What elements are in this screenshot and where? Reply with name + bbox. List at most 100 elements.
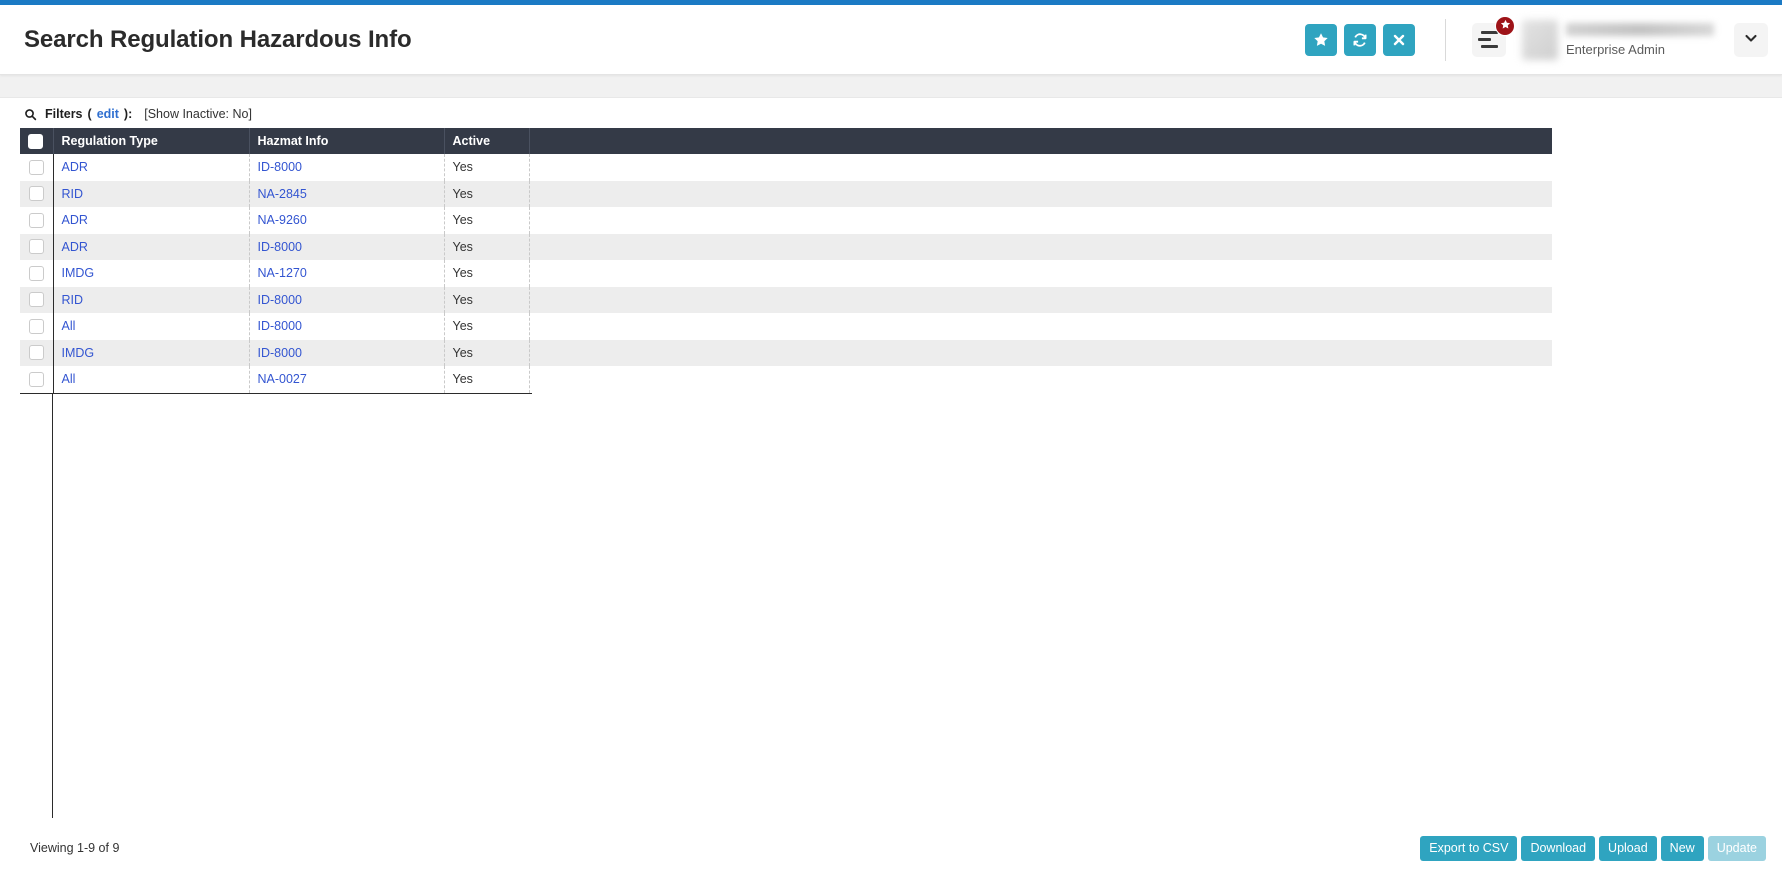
cell-regulation-type: ADR [53,233,250,260]
row-checkbox[interactable] [28,159,44,175]
row-select-cell [20,260,54,287]
row-select-cell [20,313,54,340]
refresh-icon [1352,32,1368,48]
cell-active: Yes [444,180,530,207]
search-icon [24,108,37,121]
refresh-button[interactable] [1344,23,1376,56]
cell-regulation-type: RID [53,286,250,313]
regulation-type-link[interactable]: IMDG [62,266,95,280]
table-row[interactable]: ADR ID-8000 Yes [20,233,1552,260]
user-menu[interactable]: Enterprise Admin [1522,19,1768,60]
filters-paren-open: ( [87,107,92,121]
upload-button[interactable]: Upload [1599,835,1657,861]
avatar [1522,19,1558,60]
row-select-cell [20,233,54,260]
row-checkbox[interactable] [28,186,44,202]
regulation-type-link[interactable]: ADR [62,240,88,254]
select-all-checkbox[interactable] [28,133,43,149]
cell-hazmat-info: NA-9260 [249,207,445,234]
hamburger-menu-icon-line [1480,45,1498,48]
hamburger-menu-icon [1480,31,1498,34]
new-button[interactable]: New [1660,835,1704,861]
row-checkbox[interactable] [28,345,44,361]
page-title: Search Regulation Hazardous Info [24,25,412,53]
row-checkbox[interactable] [28,212,44,228]
row-checkbox[interactable] [28,318,44,334]
table-row[interactable]: IMDG ID-8000 Yes [20,339,1552,366]
results-table-zone: Regulation Type Hazmat Info Active ADR I… [0,128,1782,393]
cell-active: Yes [444,339,530,366]
cell-hazmat-info: ID-8000 [249,339,445,366]
user-name [1566,22,1714,36]
star-icon [1500,19,1511,33]
regulation-type-link[interactable]: ADR [62,160,88,174]
hazmat-info-link[interactable]: ID-8000 [258,293,302,307]
cell-hazmat-info: NA-0027 [249,366,445,393]
cell-spacer [529,154,1552,181]
hazmat-info-link[interactable]: NA-0027 [258,372,307,386]
table-row[interactable]: RID NA-2845 Yes [20,180,1552,208]
row-checkbox[interactable] [28,371,44,387]
row-checkbox[interactable] [28,239,44,255]
column-header-regulation-type[interactable]: Regulation Type [53,128,250,154]
cell-regulation-type: All [53,313,250,340]
table-row[interactable]: ADR ID-8000 Yes [20,154,1552,181]
menu-button-wrap [1472,15,1515,57]
row-select-cell [20,286,54,313]
hazmat-info-link[interactable]: NA-2845 [258,187,307,201]
favorite-button[interactable] [1305,23,1337,56]
export-to-csv-button[interactable]: Export to CSV [1420,835,1518,861]
content-panel: Filters ( edit ): [Show Inactive: No] Re… [0,97,1782,878]
regulation-type-link[interactable]: All [62,319,76,333]
user-role: Enterprise Admin [1566,41,1665,57]
hazmat-info-link[interactable]: NA-1270 [258,266,307,280]
download-button[interactable]: Download [1521,835,1596,861]
table-row[interactable]: IMDG NA-1270 Yes [20,260,1552,287]
row-select-cell [20,207,54,234]
table-row[interactable]: ADR NA-9260 Yes [20,207,1552,234]
user-menu-toggle[interactable] [1734,22,1768,57]
hazmat-info-link[interactable]: ID-8000 [258,160,302,174]
row-checkbox[interactable] [28,292,44,308]
chevron-down-icon [1743,30,1759,49]
column-header-active[interactable]: Active [444,128,530,154]
table-row[interactable]: All NA-0027 Yes [20,366,1552,393]
cell-hazmat-info: ID-8000 [249,233,445,260]
hamburger-menu-icon-line [1478,38,1491,41]
filters-show-inactive: [Show Inactive: No] [144,107,252,121]
regulation-type-link[interactable]: ADR [62,213,88,227]
hazmat-info-link[interactable]: ID-8000 [258,240,302,254]
cell-spacer [529,181,1552,208]
cell-spacer [529,207,1552,234]
notification-badge[interactable] [1495,15,1515,36]
cell-hazmat-info: ID-8000 [249,154,445,181]
table-row[interactable]: All ID-8000 Yes [20,313,1552,340]
update-button[interactable]: Update [1707,835,1766,861]
row-checkbox[interactable] [28,265,44,281]
cell-regulation-type: ADR [53,207,250,234]
regulation-type-link[interactable]: IMDG [62,346,95,360]
cell-regulation-type: ADR [53,154,250,181]
hazmat-info-link[interactable]: ID-8000 [258,346,302,360]
close-button[interactable] [1383,23,1415,56]
hazmat-info-link[interactable]: ID-8000 [258,319,302,333]
table-tail-area [0,393,1782,834]
table-vertical-rule [52,393,53,834]
cell-regulation-type: IMDG [53,260,250,287]
regulation-type-link[interactable]: RID [62,187,84,201]
regulation-type-link[interactable]: RID [62,293,84,307]
user-info: Enterprise Admin [1566,22,1716,57]
hazmat-info-link[interactable]: NA-9260 [258,213,307,227]
filters-edit-link[interactable]: edit [97,107,119,121]
table-row[interactable]: RID ID-8000 Yes [20,286,1552,313]
cell-active: Yes [444,154,530,181]
cell-active: Yes [444,366,530,393]
cell-spacer [529,260,1552,287]
filters-label: Filters [45,107,83,121]
cell-hazmat-info: ID-8000 [249,286,445,313]
filters-paren-close: ): [123,107,133,121]
column-header-hazmat-info[interactable]: Hazmat Info [249,128,445,154]
cell-active: Yes [444,286,530,313]
regulation-type-link[interactable]: All [62,372,76,386]
header-actions: Enterprise Admin [1305,5,1768,74]
